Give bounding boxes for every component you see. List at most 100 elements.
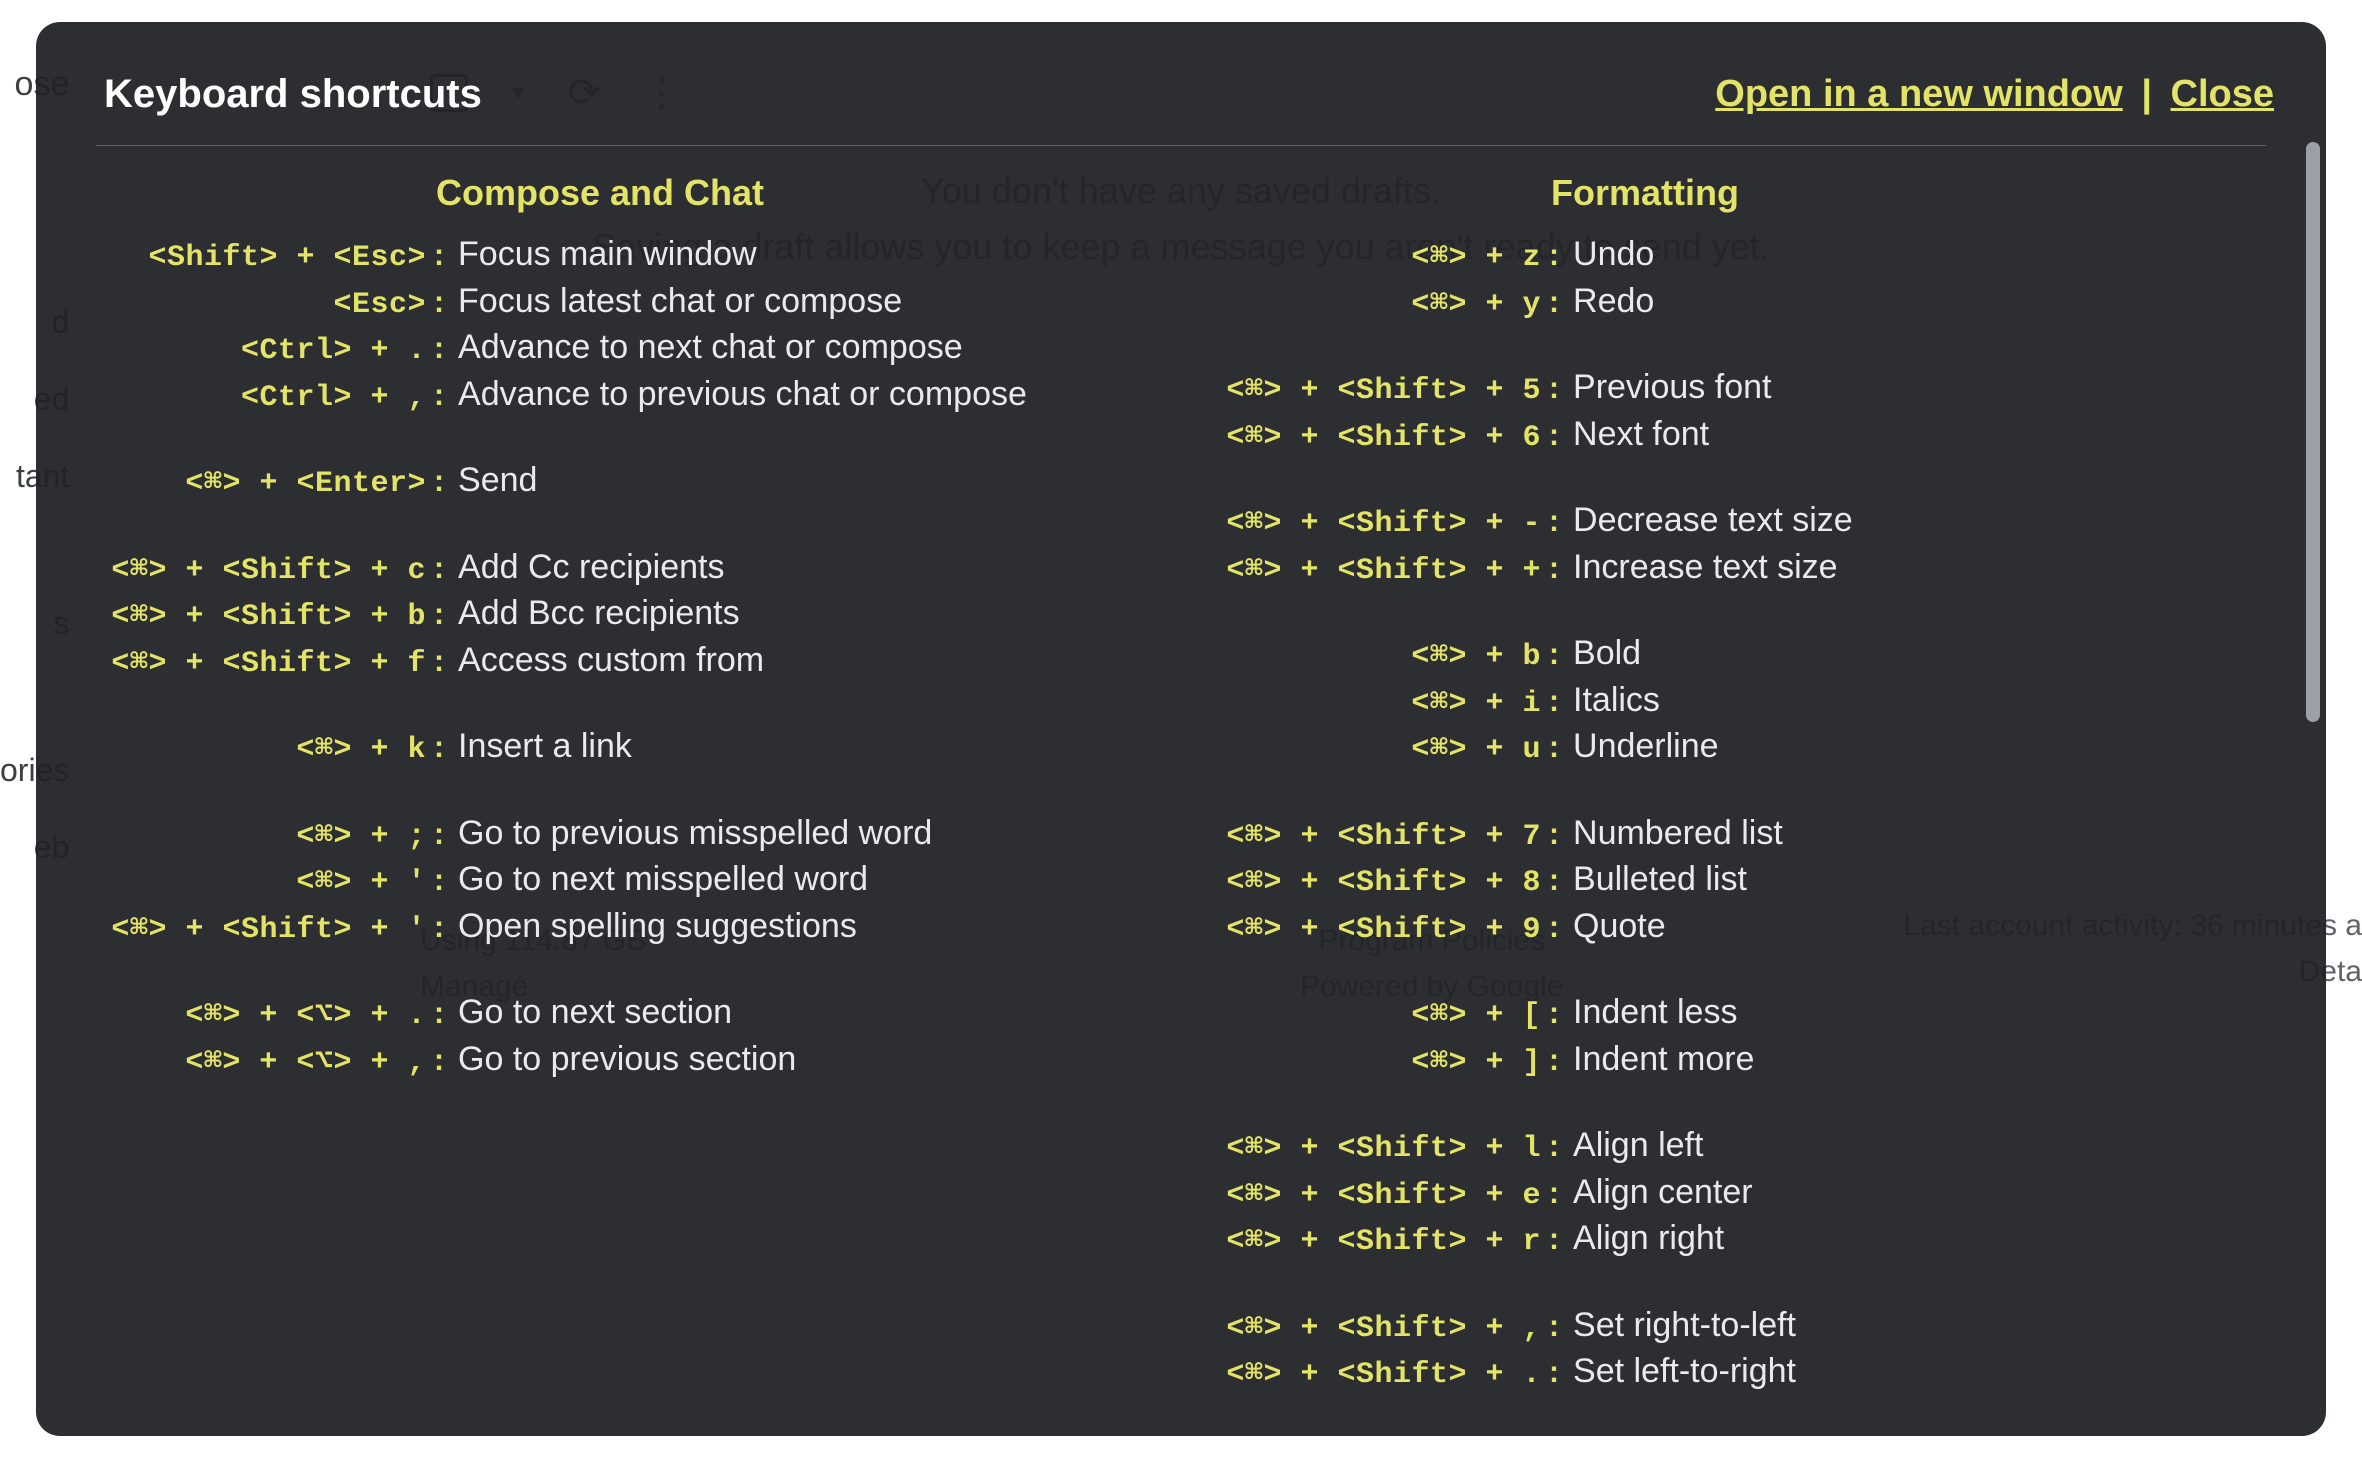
shortcut-desc: Bold [1573,631,2266,677]
shortcut-keys: <⌘> + <Shift> + ' [96,910,426,951]
shortcut-row: <⌘> + y:Redo [1211,279,2266,326]
shortcut-desc: Go to next misspelled word [458,857,1151,903]
shortcut-desc: Advance to previous chat or compose [458,372,1151,418]
shortcut-keys: <⌘> + <Shift> + 6 [1211,418,1541,459]
shortcut-keys: <Ctrl> + , [96,378,426,419]
shortcut-desc: Previous font [1573,365,2266,411]
shortcut-keys: <⌘> + u [1211,730,1541,771]
shortcut-keys: <⌘> + [ [1211,996,1541,1037]
shortcut-row: <⌘> + <Shift> + l:Align left [1211,1123,2266,1170]
shortcut-row: <⌘> + k:Insert a link [96,724,1151,771]
shortcut-desc: Open spelling suggestions [458,904,1151,950]
actions-separator: | [2141,73,2152,115]
shortcut-row: <⌘> + z:Undo [1211,232,2266,279]
shortcut-desc: Undo [1573,232,2266,278]
shortcut-desc: Add Bcc recipients [458,591,1151,637]
shortcut-keys: <⌘> + <Enter> [96,464,426,505]
shortcut-desc: Send [458,458,1151,504]
shortcut-row: <⌘> + <Shift> + r:Align right [1211,1216,2266,1263]
shortcut-desc: Go to previous section [458,1037,1151,1083]
shortcut-keys: <Esc> [96,285,426,326]
shortcut-desc: Increase text size [1573,545,2266,591]
shortcut-keys: <⌘> + <Shift> + c [96,551,426,592]
shortcut-desc: Focus main window [458,232,1151,278]
shortcut-row: <⌘> + <Shift> + x:Strikethrough [1211,1436,2266,1437]
shortcut-desc: Redo [1573,279,2266,325]
shortcut-desc: Strikethrough [1573,1436,2266,1437]
shortcut-keys: <⌘> + k [96,730,426,771]
shortcut-desc: Next font [1573,412,2266,458]
shortcut-keys: <⌘> + <Shift> + r [1211,1222,1541,1263]
shortcut-desc: Decrease text size [1573,498,2266,544]
shortcut-desc: Italics [1573,678,2266,724]
shortcut-desc: Align left [1573,1123,2266,1169]
shortcut-row: <⌘> + <Shift> + ':Open spelling suggesti… [96,904,1151,951]
shortcut-desc: Focus latest chat or compose [458,279,1151,325]
shortcut-desc: Indent less [1573,990,2266,1036]
shortcut-keys: <⌘> + ] [1211,1043,1541,1084]
shortcut-desc: Go to previous misspelled word [458,811,1151,857]
shortcut-row: <⌘> + <Enter>:Send [96,458,1151,505]
column-compose-chat: Compose and Chat <Shift> + <Esc>:Focus m… [96,172,1151,1436]
shortcut-keys: <⌘> + <⌥> + . [96,996,426,1037]
shortcut-desc: Add Cc recipients [458,545,1151,591]
shortcut-row: <⌘> + <Shift> + -:Decrease text size [1211,498,2266,545]
shortcut-row: <⌘> + <Shift> + b:Add Bcc recipients [96,591,1151,638]
dialog-divider [96,145,2266,146]
shortcut-row: <⌘> + ':Go to next misspelled word [96,857,1151,904]
shortcut-desc: Bulleted list [1573,857,2266,903]
shortcut-desc: Insert a link [458,724,1151,770]
shortcut-desc: Align center [1573,1170,2266,1216]
shortcut-row: <⌘> + <Shift> + 8:Bulleted list [1211,857,2266,904]
shortcut-keys: <Ctrl> + . [96,331,426,372]
shortcut-keys: <⌘> + <Shift> + b [96,597,426,638]
shortcut-row: <Esc>:Focus latest chat or compose [96,279,1151,326]
shortcut-keys: <⌘> + <Shift> + 8 [1211,863,1541,904]
shortcut-row: <⌘> + <Shift> + .:Set left-to-right [1211,1349,2266,1396]
dialog-actions: Open in a new window | Close [1715,73,2274,116]
section-title-compose: Compose and Chat [96,172,1151,214]
keyboard-shortcuts-dialog: Keyboard shortcuts Open in a new window … [36,22,2326,1436]
shortcut-keys: <⌘> + <Shift> + e [1211,1176,1541,1217]
shortcut-row: <⌘> + ]:Indent more [1211,1037,2266,1084]
shortcut-keys: <⌘> + z [1211,238,1541,279]
shortcut-keys: <⌘> + <Shift> + . [1211,1355,1541,1396]
close-link[interactable]: Close [2171,73,2274,115]
shortcut-keys: <Shift> + <Esc> [96,238,426,279]
shortcut-desc: Go to next section [458,990,1151,1036]
shortcut-row: <⌘> + <Shift> + ,:Set right-to-left [1211,1303,2266,1350]
shortcut-row: <⌘> + i:Italics [1211,678,2266,725]
shortcut-row: <⌘> + <Shift> + e:Align center [1211,1170,2266,1217]
shortcut-row: <⌘> + <Shift> + +:Increase text size [1211,545,2266,592]
open-new-window-link[interactable]: Open in a new window [1715,73,2122,115]
shortcut-keys: <⌘> + <Shift> + 9 [1211,910,1541,951]
shortcut-keys: <⌘> + <Shift> + f [96,644,426,685]
shortcut-keys: <⌘> + y [1211,285,1541,326]
shortcut-row: <⌘> + [:Indent less [1211,990,2266,1037]
shortcut-columns: Compose and Chat <Shift> + <Esc>:Focus m… [76,172,2286,1436]
shortcut-keys: <⌘> + <Shift> + + [1211,551,1541,592]
shortcut-row: <⌘> + <Shift> + 5:Previous font [1211,365,2266,412]
shortcut-row: <⌘> + <Shift> + 9:Quote [1211,904,2266,951]
shortcut-desc: Advance to next chat or compose [458,325,1151,371]
shortcut-row: <⌘> + <Shift> + c:Add Cc recipients [96,545,1151,592]
shortcut-keys: <⌘> + ; [96,817,426,858]
shortcut-desc: Set left-to-right [1573,1349,2266,1395]
dialog-scrollbar[interactable] [2306,142,2320,722]
dialog-header: Keyboard shortcuts Open in a new window … [76,72,2286,145]
shortcut-row: <⌘> + <Shift> + 7:Numbered list [1211,811,2266,858]
shortcut-desc: Underline [1573,724,2266,770]
shortcut-row: <⌘> + u:Underline [1211,724,2266,771]
section-title-formatting: Formatting [1211,172,2266,214]
shortcut-row: <Shift> + <Esc>:Focus main window [96,232,1151,279]
shortcut-desc: Align right [1573,1216,2266,1262]
column-formatting: Formatting <⌘> + z:Undo <⌘> + y:Redo <⌘>… [1211,172,2266,1436]
shortcut-keys: <⌘> + <Shift> + 7 [1211,817,1541,858]
shortcut-keys: <⌘> + <⌥> + , [96,1043,426,1084]
shortcut-keys: <⌘> + b [1211,637,1541,678]
shortcut-row: <⌘> + <⌥> + ,:Go to previous section [96,1037,1151,1084]
shortcut-keys: <⌘> + <Shift> + l [1211,1129,1541,1170]
shortcut-desc: Indent more [1573,1037,2266,1083]
shortcut-keys: <⌘> + <Shift> + - [1211,504,1541,545]
shortcut-row: <⌘> + <Shift> + f:Access custom from [96,638,1151,685]
